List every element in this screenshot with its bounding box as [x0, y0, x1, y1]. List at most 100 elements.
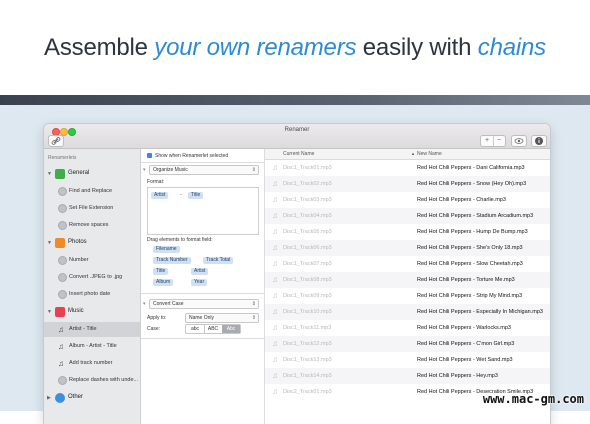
category-music[interactable]: ▼ Music [44, 305, 140, 319]
window-title: Renamer [284, 127, 310, 133]
current-name-cell: Disc1_Track06.mp3 [283, 245, 332, 251]
element-artist[interactable]: Artist [191, 268, 209, 275]
renamerlet-add-track-number[interactable]: ♫ Add track number [44, 356, 140, 371]
select-value: Organize Music [153, 167, 188, 173]
category-other[interactable]: ▶ Other [44, 391, 140, 405]
current-name-cell: Disc1_Track05.mp3 [283, 229, 332, 235]
headline-highlight2: chains [477, 34, 546, 61]
element-filename[interactable]: Filename [153, 246, 180, 253]
category-label: General [68, 170, 90, 176]
sidebar: Renamerlets ▼ General Find and Replace S… [44, 149, 141, 424]
element-title[interactable]: Title [153, 268, 169, 275]
renamerlet-label: Find and Replace [69, 188, 113, 194]
element-year[interactable]: Year [191, 279, 208, 286]
disclosure-triangle-icon[interactable]: ▼ [47, 240, 52, 246]
new-name-cell: Red Hot Chili Peppers - She's Only 18.mp… [417, 245, 523, 251]
eye-icon [514, 138, 524, 144]
title-bar: Renamer + − [44, 124, 550, 149]
renamerlet-icon [58, 256, 67, 265]
element-track-total[interactable]: Track Total [203, 257, 234, 264]
music-file-icon: ♫ [272, 291, 278, 300]
renamerlet-find-and-replace[interactable]: Find and Replace [44, 184, 140, 199]
table-row[interactable]: ♫ Disc1_Track08.mp3 Red Hot Chili Peppers … [265, 272, 550, 288]
music-file-icon: ♫ [272, 227, 278, 236]
renamerlet-remove-spaces[interactable]: Remove spaces [44, 218, 140, 233]
chain-button[interactable] [48, 135, 64, 147]
case-title-button[interactable]: Abc [222, 325, 240, 333]
chevron-down-icon[interactable]: ▾ [143, 301, 146, 307]
renamerlet-icon [58, 204, 67, 213]
element-track-number[interactable]: Track Number [153, 257, 191, 264]
table-row[interactable]: ♫ Disc1_Track14.mp3 Red Hot Chili Peppers … [265, 368, 550, 384]
new-name-cell: Red Hot Chili Peppers - Snow (Hey Oh).mp… [417, 181, 527, 187]
renamerlet-convert-jpeg[interactable]: Convert .JPEG to .jpg [44, 270, 140, 285]
category-general[interactable]: ▼ General [44, 167, 140, 181]
table-row[interactable]: ♫ Disc1_Track06.mp3 Red Hot Chili Peppers … [265, 240, 550, 256]
current-name-cell: Disc1_Track02.mp3 [283, 181, 332, 187]
stepper-icon: ⇕ [251, 301, 256, 307]
music-note-icon: ♫ [58, 325, 64, 334]
format-field[interactable]: Artist - Title [147, 187, 259, 235]
category-photos[interactable]: ▼ Photos [44, 236, 140, 250]
case-upper-button[interactable]: ABC [204, 325, 223, 333]
table-row[interactable]: ♫ Disc1_Track12.mp3 Red Hot Chili Peppers … [265, 336, 550, 352]
renamerlet-icon [58, 221, 67, 230]
table-row[interactable]: ♫ Disc1_Track04.mp3 Red Hot Chili Peppers … [265, 208, 550, 224]
table-row[interactable]: ♫ Disc1_Track05.mp3 Red Hot Chili Peppers … [265, 224, 550, 240]
watermark: www.mac-gm.com [482, 392, 584, 406]
table-row[interactable]: ♫ Disc1_Track07.mp3 Red Hot Chili Peppers … [265, 256, 550, 272]
disclosure-triangle-icon[interactable]: ▼ [47, 171, 52, 177]
table-row[interactable]: ♫ Disc1_Track11.mp3 Red Hot Chili Peppers … [265, 320, 550, 336]
renamerlet-select-organize-music[interactable]: Organize Music ⇕ [149, 165, 259, 175]
renamerlet-album-artist-title[interactable]: ♫ Album - Artist - Title [44, 339, 140, 354]
show-selected-checkbox[interactable] [147, 153, 152, 158]
renamerlet-replace-dashes[interactable]: Replace dashes with unde... [44, 373, 140, 388]
disclosure-triangle-icon[interactable]: ▼ [47, 309, 52, 315]
table-row[interactable]: ♫ Disc1_Track02.mp3 Red Hot Chili Peppers … [265, 176, 550, 192]
new-name-cell: Red Hot Chili Peppers - Charlie.mp3 [417, 197, 506, 203]
case-lower-button[interactable]: abc [186, 325, 205, 333]
renamerlet-artist-title[interactable]: ♫ Artist - Title [44, 322, 140, 337]
music-file-icon: ♫ [272, 179, 278, 188]
column-new-name[interactable]: New Name [417, 151, 442, 157]
drag-elements-label: Drag elements to format field: [147, 237, 213, 243]
table-row[interactable]: ♫ Disc1_Track09.mp3 Red Hot Chili Peppers … [265, 288, 550, 304]
music-file-icon: ♫ [272, 371, 278, 380]
format-token-title[interactable]: Title [188, 192, 204, 199]
category-label: Music [68, 308, 84, 314]
renamerlet-label: Set File Extension [69, 205, 114, 211]
music-icon [55, 307, 65, 317]
table-row[interactable]: ♫ Disc1_Track01.mp3 Red Hot Chili Peppers … [265, 160, 550, 176]
new-name-cell: Red Hot Chili Peppers - Especially In Mi… [417, 309, 543, 315]
table-row[interactable]: ♫ Disc1_Track10.mp3 Red Hot Chili Peppers … [265, 304, 550, 320]
element-album[interactable]: Album [153, 279, 174, 286]
table-row[interactable]: ♫ Disc1_Track13.mp3 Red Hot Chili Peppers … [265, 352, 550, 368]
case-label: Case: [147, 326, 161, 332]
table-row[interactable]: ♫ Disc1_Track03.mp3 Red Hot Chili Peppers … [265, 192, 550, 208]
current-name-cell: Disc1_Track07.mp3 [283, 261, 332, 267]
current-name-cell: Disc1_Track13.mp3 [283, 357, 332, 363]
format-token-artist[interactable]: Artist [151, 192, 169, 199]
new-name-cell: Red Hot Chili Peppers - Hump De Bump.mp3 [417, 229, 528, 235]
renamerlet-insert-photo-date[interactable]: Insert photo date [44, 287, 140, 302]
renamerlet-select-convert-case[interactable]: Convert Case ⇕ [149, 299, 259, 309]
remove-button[interactable]: − [493, 136, 505, 146]
music-file-icon: ♫ [272, 323, 278, 332]
music-file-icon: ♫ [272, 355, 278, 364]
headline-part2: easily with [356, 34, 478, 61]
divider [141, 338, 264, 339]
stepper-icon: ⇕ [251, 167, 256, 173]
new-name-cell: Red Hot Chili Peppers - Dani California.… [417, 165, 525, 171]
music-file-icon: ♫ [272, 163, 278, 172]
music-file-icon: ♫ [272, 195, 278, 204]
chevron-down-icon[interactable]: ▾ [143, 167, 146, 173]
renamerlet-label: Number [69, 257, 89, 263]
disclosure-triangle-icon[interactable]: ▶ [47, 395, 51, 401]
preview-button[interactable] [511, 135, 527, 147]
renamerlet-number[interactable]: Number [44, 253, 140, 268]
renamerlet-set-file-extension[interactable]: Set File Extension [44, 201, 140, 216]
apply-to-select[interactable]: Name Only ⇕ [185, 313, 259, 323]
info-button[interactable] [531, 135, 547, 147]
column-current-name[interactable]: Current Name [283, 151, 314, 157]
music-note-icon: ♫ [58, 342, 64, 351]
